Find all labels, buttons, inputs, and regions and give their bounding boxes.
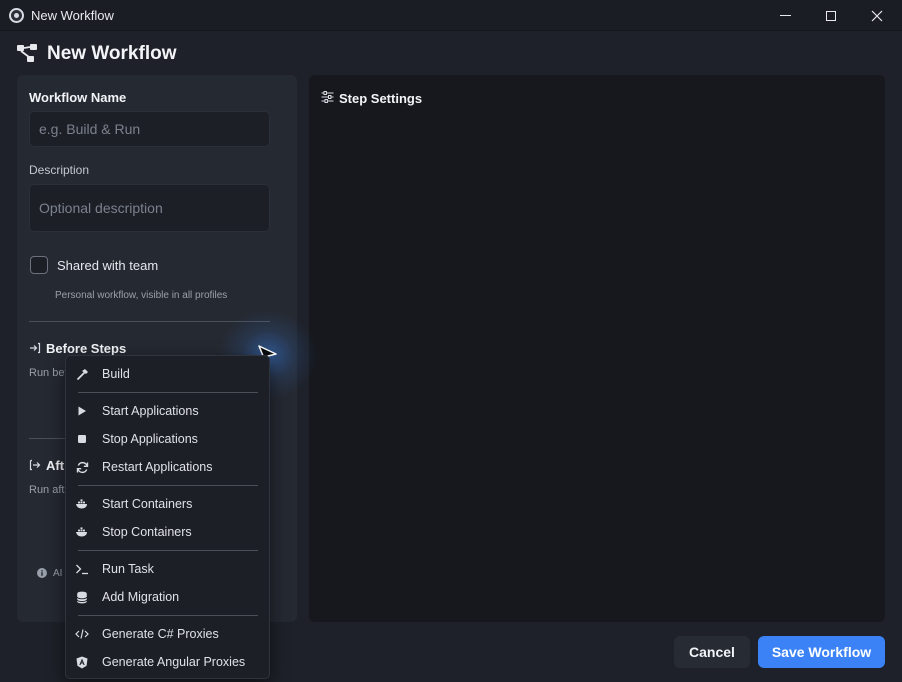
save-workflow-button[interactable]: Save Workflow (758, 636, 885, 668)
menu-item-label: Build (102, 367, 130, 381)
logout-arrow-icon (29, 459, 41, 471)
menu-item-label: Stop Containers (102, 525, 192, 539)
menu-item-restart-applications[interactable]: Restart Applications (66, 454, 269, 480)
step-settings-panel (309, 75, 885, 622)
page-title: New Workflow (47, 43, 177, 64)
terminal-icon (75, 562, 89, 576)
refresh-icon (75, 460, 89, 474)
menu-item-add-migration[interactable]: Add Migration (66, 584, 269, 610)
menu-separator (78, 615, 258, 616)
menu-item-start-containers[interactable]: Start Containers (66, 491, 269, 517)
shared-hint: Personal workflow, visible in all profil… (55, 290, 228, 301)
stop-icon (75, 432, 89, 446)
menu-separator (78, 485, 258, 486)
docker-icon (75, 497, 89, 511)
window-title: New Workflow (31, 8, 114, 23)
menu-item-label: Add Migration (102, 590, 180, 604)
after-steps-title: Aft (46, 458, 65, 473)
ai-note: AI (53, 568, 63, 579)
database-icon (75, 590, 89, 604)
step-settings-title: Step Settings (339, 91, 423, 106)
workflow-name-placeholder: e.g. Build & Run (39, 121, 141, 137)
menu-item-label: Generate Angular Proxies (102, 655, 246, 669)
description-placeholder: Optional description (39, 200, 163, 216)
minimize-icon (779, 15, 791, 16)
menu-item-label: Start Containers (102, 497, 193, 511)
sliders-icon (321, 91, 334, 103)
menu-item-label: Run Task (102, 562, 154, 576)
menu-item-label: Start Applications (102, 404, 199, 418)
play-icon (75, 404, 89, 418)
add-step-menu: Build Start Applications Stop Applicatio… (65, 355, 270, 679)
menu-item-stop-applications[interactable]: Stop Applications (66, 426, 269, 452)
hammer-icon (75, 367, 89, 381)
menu-separator (78, 550, 258, 551)
workflow-name-label: Workflow Name (29, 90, 127, 105)
description-input[interactable]: Optional description (29, 184, 270, 232)
title-bar: New Workflow (0, 0, 902, 31)
login-arrow-icon (30, 342, 41, 354)
menu-item-start-applications[interactable]: Start Applications (66, 398, 269, 424)
close-button[interactable] (854, 0, 900, 31)
menu-separator (78, 392, 258, 393)
menu-item-stop-containers[interactable]: Stop Containers (66, 519, 269, 545)
maximize-button[interactable] (808, 0, 854, 31)
description-label: Description (29, 163, 90, 177)
docker-icon (75, 525, 89, 539)
maximize-icon (826, 10, 836, 21)
code-icon (75, 627, 89, 641)
shared-with-team-checkbox[interactable] (30, 256, 48, 274)
angular-icon (75, 655, 89, 669)
before-steps-title: Before Steps (46, 341, 127, 356)
minimize-button[interactable] (762, 0, 808, 31)
menu-item-generate-csharp-proxies[interactable]: Generate C# Proxies (66, 621, 269, 647)
menu-item-label: Stop Applications (102, 432, 198, 446)
menu-item-label: Generate C# Proxies (102, 627, 219, 641)
menu-item-label: Restart Applications (102, 460, 213, 474)
app-logo-icon (9, 8, 24, 23)
menu-item-run-task[interactable]: Run Task (66, 556, 269, 582)
divider (29, 321, 270, 322)
menu-item-generate-angular-proxies[interactable]: Generate Angular Proxies (66, 649, 269, 675)
workflow-icon (17, 44, 37, 62)
cancel-button[interactable]: Cancel (674, 636, 750, 668)
info-icon (37, 568, 47, 578)
close-icon (871, 10, 883, 21)
menu-item-build[interactable]: Build (66, 361, 269, 387)
before-steps-hint: Run bef (29, 367, 68, 379)
shared-with-team-label[interactable]: Shared with team (57, 258, 158, 273)
workflow-name-input[interactable]: e.g. Build & Run (29, 111, 270, 147)
